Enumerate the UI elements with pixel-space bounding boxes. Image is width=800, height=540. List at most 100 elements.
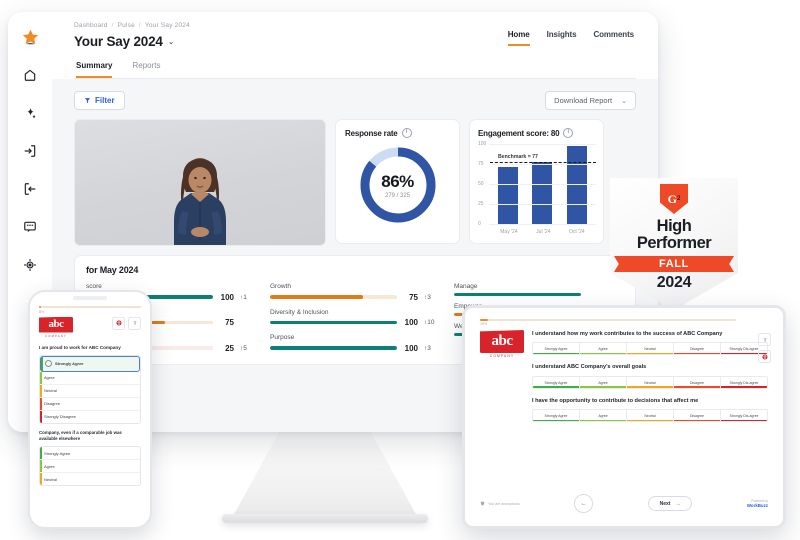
score-name: Growth bbox=[270, 283, 291, 290]
survey-option[interactable]: Disagree bbox=[674, 343, 721, 355]
tablet-questions: I understand how my work contributes to … bbox=[532, 330, 768, 430]
target-icon[interactable] bbox=[19, 254, 41, 276]
survey-option[interactable]: Strongly Dis-agree bbox=[721, 410, 767, 422]
survey-option[interactable]: Neutral bbox=[627, 410, 674, 422]
survey-option[interactable]: Strongly Agree bbox=[533, 343, 580, 355]
sign-out-icon[interactable] bbox=[19, 178, 41, 200]
survey-option[interactable]: Disagree bbox=[40, 397, 140, 411]
chart-y-tick: 100 bbox=[478, 141, 487, 147]
badge-title-line2: Performer bbox=[636, 234, 712, 253]
survey-option[interactable]: Strongly Agree bbox=[533, 410, 580, 422]
score-value: 100 bbox=[404, 318, 418, 327]
score-name: score bbox=[86, 283, 102, 290]
response-rate-donut: 86% 279 / 325 bbox=[356, 143, 440, 227]
survey-option[interactable]: Disagree bbox=[674, 410, 721, 422]
next-button[interactable]: Next → bbox=[647, 496, 693, 511]
info-icon[interactable]: i bbox=[563, 128, 574, 138]
home-icon[interactable] bbox=[19, 64, 41, 86]
sparkle-icon[interactable] bbox=[19, 102, 41, 124]
topnav-item-home[interactable]: Home bbox=[507, 30, 530, 46]
chart-gridline bbox=[489, 144, 596, 145]
chevron-down-icon[interactable]: ⌄ bbox=[168, 37, 175, 46]
survey-option[interactable]: Agree bbox=[580, 343, 627, 355]
back-button[interactable]: ← bbox=[574, 494, 594, 513]
option-color-stripe bbox=[40, 371, 42, 384]
score-name: Manage bbox=[454, 283, 478, 290]
survey-option[interactable]: Strongly Dis-agree bbox=[721, 377, 767, 388]
phone-screen: 8% abc COMPANY T I am proud to work for … bbox=[33, 302, 147, 522]
star-icon[interactable] bbox=[19, 26, 41, 48]
survey-option[interactable]: Neutral bbox=[40, 473, 140, 486]
sign-in-icon[interactable] bbox=[19, 140, 41, 162]
survey-option[interactable]: Agree bbox=[40, 371, 140, 385]
chart-bar[interactable] bbox=[498, 167, 519, 224]
next-label: Next bbox=[659, 500, 671, 507]
breadcrumb-item-1[interactable]: Pulse bbox=[118, 22, 135, 29]
text-size-icon[interactable]: T bbox=[758, 333, 771, 346]
tablet-abc-logo: abc COMPANY bbox=[480, 330, 524, 430]
info-icon[interactable]: i bbox=[401, 128, 412, 138]
survey-option[interactable]: Strongly Agree bbox=[533, 376, 580, 388]
filter-button[interactable]: Filter bbox=[74, 91, 125, 110]
response-rate-percent: 86% bbox=[381, 171, 414, 191]
option-label: Strongly Disagree bbox=[44, 414, 76, 420]
breadcrumb-item-0[interactable]: Dashboard bbox=[74, 22, 108, 29]
tab-reports[interactable]: Reports bbox=[132, 61, 160, 78]
text-size-icon[interactable]: T bbox=[128, 316, 141, 330]
survey-option[interactable]: Neutral bbox=[40, 384, 140, 398]
survey-option[interactable]: Agree bbox=[40, 460, 140, 474]
mobile-survey-mockup: 8% abc COMPANY T I am proud to work for … bbox=[28, 290, 152, 529]
score-delta: ↑1 bbox=[240, 293, 247, 301]
option-color-stripe bbox=[41, 356, 43, 371]
survey-option[interactable]: Strongly Agree bbox=[40, 447, 140, 461]
survey-progress-percent: 8% bbox=[39, 309, 45, 314]
arrow-right-icon: → bbox=[675, 500, 681, 507]
option-color-stripe bbox=[721, 419, 767, 422]
phone-header: abc COMPANY T bbox=[39, 316, 141, 338]
accessibility-icon[interactable] bbox=[112, 316, 125, 330]
engagement-score-card: Engagement score: 80 i Benchmark = 77 Ma… bbox=[469, 119, 604, 244]
topnav-item-insights[interactable]: Insights bbox=[547, 30, 577, 44]
option-color-stripe bbox=[40, 473, 42, 486]
topnav-item-comments[interactable]: Comments bbox=[593, 30, 634, 44]
score-track bbox=[270, 295, 397, 299]
abc-logo-box: abc bbox=[39, 316, 73, 333]
option-color-stripe bbox=[40, 410, 42, 423]
option-color-stripe bbox=[627, 419, 673, 422]
option-color-stripe bbox=[533, 419, 579, 422]
response-rate-header: Response rate i bbox=[345, 128, 450, 138]
chart-bar[interactable] bbox=[532, 161, 553, 224]
accessibility-icon[interactable] bbox=[758, 350, 771, 363]
chart-x-axis: May '24 Jul '24 Oct '24 bbox=[491, 229, 594, 235]
survey-option[interactable]: Neutral bbox=[627, 343, 674, 355]
survey-option[interactable]: Neutral bbox=[627, 376, 674, 388]
download-report-button[interactable]: Download Report ⌄ bbox=[545, 91, 636, 110]
survey-option[interactable]: Agree bbox=[580, 410, 627, 422]
score-fill bbox=[270, 295, 363, 299]
comment-icon[interactable] bbox=[19, 216, 41, 238]
tablet-option-row: Strongly Agree Agree Neutral Disagree Strong… bbox=[532, 375, 768, 389]
intro-video-card[interactable] bbox=[74, 119, 326, 246]
chart-gridline bbox=[489, 164, 596, 165]
score-item: Growth 75 ↑3 bbox=[270, 283, 440, 302]
download-report-label: Download Report bbox=[554, 96, 613, 105]
option-color-stripe bbox=[627, 386, 673, 388]
survey-option[interactable]: Agree bbox=[580, 376, 627, 388]
breadcrumb-item-2[interactable]: Your Say 2024 bbox=[145, 22, 190, 29]
score-column: Growth 75 ↑3 Diversity & Inclusion 100 ↑10 Pur… bbox=[270, 283, 440, 353]
chart-bar[interactable] bbox=[566, 146, 587, 224]
badge-title-line1: High bbox=[656, 217, 692, 235]
survey-option[interactable]: Strongly Disagree bbox=[40, 410, 140, 423]
svg-text:T: T bbox=[763, 337, 766, 342]
survey-option[interactable]: Disagree bbox=[674, 376, 721, 388]
tablet-progress-bar bbox=[480, 319, 736, 321]
option-color-stripe bbox=[40, 460, 42, 473]
survey-option[interactable]: Strongly Agree bbox=[40, 355, 140, 372]
breadcrumb-separator: / bbox=[138, 22, 141, 29]
chart-y-tick: 25 bbox=[478, 201, 484, 207]
tablet-question-block: I understand how my work contributes to … bbox=[532, 330, 768, 356]
tab-summary[interactable]: Summary bbox=[76, 61, 113, 78]
chart-y-tick: 75 bbox=[478, 161, 484, 167]
radio-icon bbox=[45, 360, 52, 368]
abc-logo-subtitle: COMPANY bbox=[489, 354, 515, 358]
